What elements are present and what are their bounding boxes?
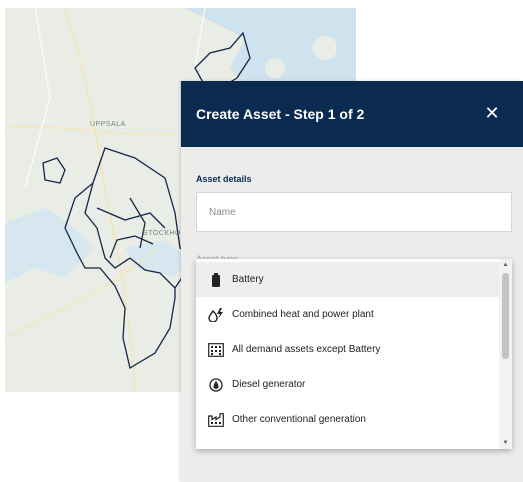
dropdown-scrollbar[interactable]: ▲ ▼ [499, 259, 512, 449]
option-label: Combined heat and power plant [232, 309, 374, 320]
close-button[interactable]: ✕ [481, 102, 503, 124]
option-combined-heat-power[interactable]: Combined heat and power plant [196, 297, 499, 332]
option-battery[interactable]: Battery [196, 262, 499, 297]
fuel-drop-icon [208, 377, 224, 393]
option-label: Battery [232, 274, 264, 285]
option-label: All demand assets except Battery [232, 344, 381, 355]
panel-header: Create Asset - Step 1 of 2 ✕ [181, 81, 523, 147]
fire-bolt-icon [208, 307, 224, 323]
section-label-asset-details: Asset details [196, 174, 252, 184]
option-diesel-generator[interactable]: Diesel generator [196, 367, 499, 402]
option-all-demand-assets[interactable]: All demand assets except Battery [196, 332, 499, 367]
scroll-down-arrow[interactable]: ▼ [499, 437, 512, 449]
asset-name-input[interactable] [196, 192, 512, 232]
option-other-conventional[interactable]: Other conventional generation [196, 402, 499, 437]
scroll-thumb[interactable] [502, 273, 509, 359]
close-icon: ✕ [484, 103, 500, 123]
battery-icon [208, 272, 224, 288]
map-label-uppsala: UPPSALA [90, 121, 126, 128]
lake-water [5, 208, 95, 283]
building-icon [208, 342, 224, 358]
option-label: Diesel generator [232, 379, 306, 390]
option-label: Other conventional generation [232, 414, 366, 425]
factory-icon [208, 412, 224, 428]
panel-title: Create Asset - Step 1 of 2 [196, 106, 365, 122]
scroll-up-arrow[interactable]: ▲ [499, 259, 512, 271]
asset-type-dropdown-list[interactable]: Battery Combined heat and power plant Al… [196, 259, 512, 449]
